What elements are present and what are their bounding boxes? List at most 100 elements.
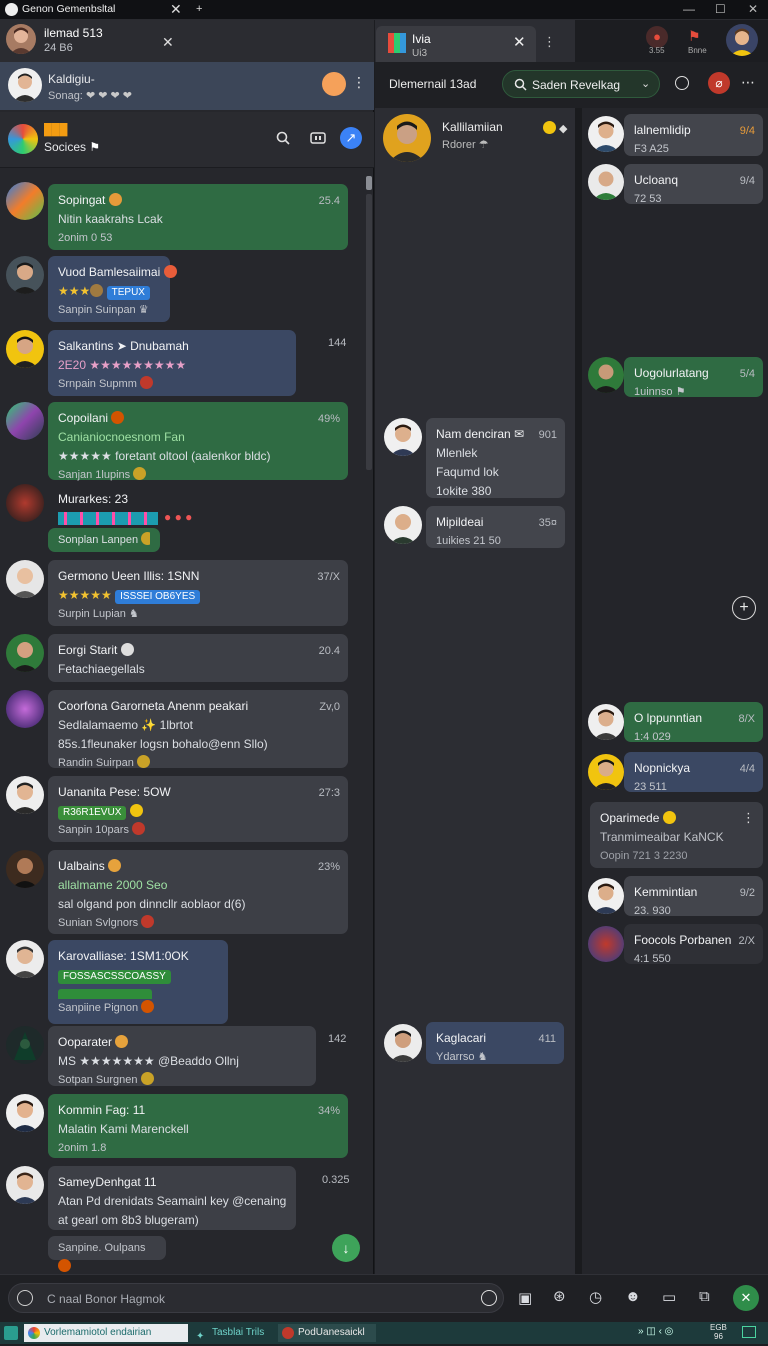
sticker-icon[interactable]: ☻ <box>625 1288 641 1305</box>
close-tab-icon[interactable]: ✕ <box>170 1 182 18</box>
avatar[interactable] <box>6 940 44 978</box>
search-field[interactable]: Saden Revelkag ⌄ <box>502 70 660 98</box>
more-vert-icon[interactable]: ⋮ <box>352 74 366 91</box>
list-item[interactable]: Uananita Pese: 5OW R36R1EVUX Sanpin 10pa… <box>48 776 348 842</box>
avatar[interactable] <box>6 560 44 598</box>
close-icon[interactable]: ✕ <box>162 34 174 51</box>
list-item[interactable]: Salkantins ➤ Dnubamah 2E20 ★★★★★★★★★ Srn… <box>48 330 296 396</box>
maximize-icon[interactable]: ☐ <box>715 2 726 16</box>
sticker-icon[interactable] <box>322 72 346 96</box>
list-item[interactable]: Vuod Bamlesaiimai ★★★ TEPUX Sanpin Suinp… <box>48 256 177 322</box>
tab-menu-icon[interactable]: ⋮ <box>543 34 556 50</box>
avatar[interactable] <box>383 114 431 162</box>
edit-icon[interactable]: ↗ <box>340 127 362 149</box>
list-item[interactable]: Nopnickya 23 511 4/4 <box>624 752 763 793</box>
timer-icon[interactable]: ◷ <box>589 1288 602 1306</box>
list-item[interactable]: Foocols Porbanen 4:1 550 2/X <box>624 924 763 965</box>
avatar[interactable] <box>6 24 36 54</box>
chevron-down-icon[interactable]: ⌄ <box>641 77 650 90</box>
avatar[interactable] <box>6 182 44 220</box>
taskbar-tab-pod[interactable]: PodUanesaickl <box>278 1324 376 1342</box>
message-input[interactable]: C naal Bonor Hagmok <box>8 1283 504 1313</box>
list-item[interactable]: Oparimede Tranmimeaibar KaNCK Oopin 721 … <box>590 802 763 868</box>
video-icon[interactable] <box>310 131 326 145</box>
avatar[interactable] <box>588 704 624 740</box>
avatar[interactable] <box>6 402 44 440</box>
message-tag: FOSSASCSSCOASSY <box>58 970 171 984</box>
attach-icon[interactable] <box>17 1290 33 1306</box>
list-item[interactable]: Germono Ueen Illis: 1SNN ★★★★★ ISSSEI OB… <box>48 560 348 626</box>
list-item[interactable]: Sopingat Nitin kaakrahs Lcak 2onim 0 53 … <box>48 184 348 250</box>
message-text: 2E20 ★★★★★★★★★ <box>58 358 187 372</box>
avatar[interactable] <box>588 926 624 962</box>
avatar[interactable] <box>6 1026 44 1064</box>
record-icon[interactable]: ● <box>646 26 668 48</box>
message-tag-bubble[interactable]: Sonplan Lanpen <box>48 528 160 552</box>
flag-icon[interactable]: ⚑ <box>688 28 701 45</box>
avatar[interactable] <box>588 878 624 914</box>
emoji-icon[interactable] <box>481 1290 497 1306</box>
avatar[interactable] <box>588 164 624 200</box>
list-item[interactable]: lalnemlidip F3 A25 9/4 <box>624 114 763 156</box>
avatar[interactable] <box>6 776 44 814</box>
list-item[interactable]: Sanpine. Oulpans <box>48 1236 166 1272</box>
list-item[interactable]: Eorgi Starit Fetachiaegellals 20.4 <box>48 634 348 682</box>
more-icon[interactable]: ⋯ <box>741 74 755 91</box>
list-item[interactable]: Kommin Fag: 11 Malatin Kami Marenckell 2… <box>48 1094 348 1158</box>
list-item[interactable]: Kemmintian 23. 930 9/2 <box>624 876 763 917</box>
group-avatar[interactable] <box>8 124 38 154</box>
clock-icon[interactable] <box>675 76 689 90</box>
avatar[interactable] <box>6 330 44 368</box>
send-button[interactable]: ✕ <box>733 1285 759 1311</box>
minimize-icon[interactable]: — <box>683 2 695 16</box>
avatar[interactable] <box>6 690 44 728</box>
list-item[interactable]: Ualbains allalmame 2000 Seo sal olgand p… <box>48 850 348 934</box>
screen-share-icon[interactable]: ▭ <box>662 1288 676 1306</box>
more-vert-icon[interactable]: ⋮ <box>742 808 755 827</box>
list-item[interactable]: Karovalliase: 1SM1:0OK FOSSASCSSCOASSY S… <box>48 940 228 1024</box>
avatar[interactable] <box>6 1094 44 1132</box>
list-item[interactable]: Uogolurlatang 1uinnso ⚑ 5/4 <box>624 357 763 398</box>
scrollbar-track[interactable] <box>366 194 372 470</box>
list-item[interactable]: Kaglacari Ydarrso ♞ 411 <box>426 1022 564 1064</box>
scrollbar-thumb[interactable] <box>366 176 372 190</box>
profile-avatar[interactable] <box>726 24 758 56</box>
avatar[interactable] <box>588 116 624 152</box>
avatar[interactable] <box>6 850 44 888</box>
add-icon[interactable]: + <box>732 596 756 620</box>
tray-icons[interactable]: » ◫ ‹ ◎ <box>638 1326 673 1337</box>
avatar[interactable] <box>6 484 44 522</box>
avatar[interactable] <box>588 357 624 393</box>
avatar[interactable] <box>384 1024 422 1062</box>
message-meta: Sanpine. Oulpans <box>58 1239 156 1277</box>
message-text: allalmame 2000 Seo <box>58 878 168 892</box>
list-item[interactable]: Nam denciran ✉ Mlenlek Faqumd lok 1okite… <box>426 418 565 498</box>
notification-icon[interactable] <box>742 1326 756 1338</box>
list-item[interactable]: Copoilani Canianiocnoesnom Fan ★★★★★ for… <box>48 402 348 481</box>
scroll-down-button[interactable]: ↓ <box>332 1234 360 1262</box>
list-item[interactable]: Ooparater MS ★★★★★★★ @Beaddo Ollnj Sotpa… <box>48 1026 316 1086</box>
new-tab-button[interactable]: + <box>196 3 202 15</box>
list-item[interactable]: Coorfona Garorneta Anenm peakari Sedlala… <box>48 690 348 769</box>
taskbar-tab-browser[interactable]: Vorlemamiotol endairian <box>24 1324 188 1342</box>
video-record-icon[interactable]: ⧉ <box>699 1288 710 1305</box>
list-item[interactable]: Mipildeai 1uikies 21 50 35¤ <box>426 506 565 548</box>
window-close-icon[interactable]: ✕ <box>748 2 758 16</box>
start-icon[interactable] <box>4 1326 18 1340</box>
close-tab-icon[interactable]: ✕ <box>513 33 526 51</box>
avatar[interactable] <box>384 418 422 456</box>
list-item[interactable]: SameyDenhgat 11 Atan Pd drenidats Seamai… <box>48 1166 296 1230</box>
avatar[interactable] <box>6 1166 44 1204</box>
list-item[interactable]: Ucloanq 72 53 9/4 <box>624 164 763 205</box>
avatar[interactable] <box>6 256 44 294</box>
accessibility-icon[interactable]: ⊛ <box>553 1287 566 1305</box>
avatar[interactable] <box>588 754 624 790</box>
avatar[interactable] <box>384 506 422 544</box>
search-icon[interactable] <box>276 131 290 145</box>
list-item[interactable]: O lppunntian 1:4 029 8/X <box>624 702 763 743</box>
avatar[interactable] <box>6 634 44 672</box>
avatar[interactable] <box>8 68 42 102</box>
camera-icon[interactable]: ▣ <box>518 1289 532 1307</box>
taskbar-tab-app[interactable]: ✦ Tasblai Trils <box>192 1324 276 1342</box>
mic-off-icon[interactable]: ⌀ <box>708 72 730 94</box>
